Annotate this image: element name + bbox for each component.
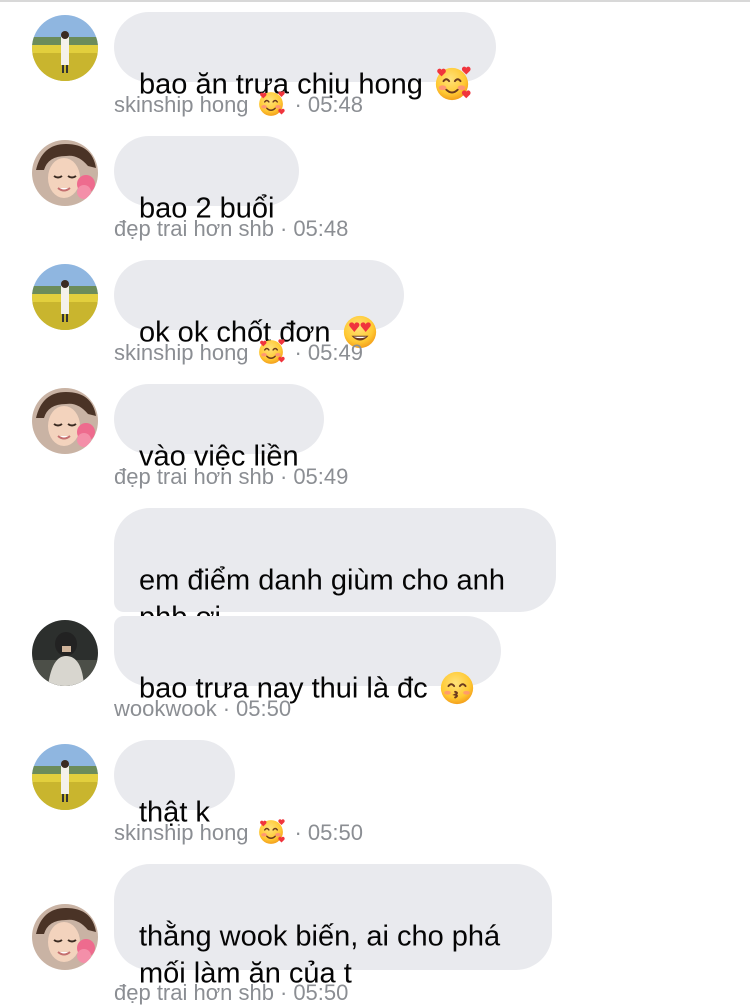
avatar-skinship-hong[interactable] <box>32 744 98 810</box>
sender-name: skinship hong <box>114 92 249 117</box>
sender-name: đẹp trai hơn shb <box>114 464 274 489</box>
avatar-photo <box>32 620 98 686</box>
avatar-photo <box>32 744 98 810</box>
message-meta: đẹp trai hơn shb · 05:49 <box>114 464 348 490</box>
message-meta: đẹp trai hơn shb · 05:50 <box>114 980 348 1006</box>
sender-name: đẹp trai hơn shb <box>114 980 274 1005</box>
message-bubble[interactable]: vào việc liền <box>114 384 324 472</box>
meta-separator: · <box>279 216 288 241</box>
message-time: 05:48 <box>293 216 349 241</box>
meta-separator: · <box>222 696 231 721</box>
avatar-photo <box>32 140 98 206</box>
message-bubble[interactable]: bao ăn trưa chịu hong <box>114 12 496 82</box>
sender-name: wookwook <box>114 696 217 721</box>
message-meta: skinship hong · 05:49 <box>114 340 363 366</box>
message-bubble[interactable]: bao trưa nay thui là đc <box>114 616 501 686</box>
message-meta: wookwook · 05:50 <box>114 696 291 722</box>
message-bubble[interactable]: bao 2 buổi <box>114 136 300 224</box>
meta-separator: · <box>294 820 302 845</box>
avatar-dep-trai-hon-shb[interactable] <box>32 904 98 970</box>
avatar-photo <box>32 388 98 454</box>
avatar-skinship-hong[interactable] <box>32 15 98 81</box>
sender-name: skinship hong <box>114 340 249 365</box>
message-meta: skinship hong · 05:48 <box>114 92 363 118</box>
meta-separator: · <box>294 92 302 117</box>
smiling-face-with-hearts-icon <box>257 818 285 846</box>
message-time: 05:50 <box>293 980 349 1005</box>
message-meta: skinship hong · 05:50 <box>114 820 363 846</box>
message-time: 05:50 <box>236 696 292 721</box>
message-time: 05:50 <box>307 820 363 845</box>
avatar-photo <box>32 264 98 330</box>
message-meta: đẹp trai hơn shb · 05:48 <box>114 216 348 242</box>
sender-name: đẹp trai hơn shb <box>114 216 274 241</box>
meta-separator: · <box>279 980 288 1005</box>
meta-separator: · <box>294 340 302 365</box>
smiling-face-with-hearts-icon <box>433 65 471 103</box>
top-divider <box>0 0 750 2</box>
message-bubble[interactable]: thằng wook biến, ai cho phá mối làm ăn c… <box>114 864 552 990</box>
avatar-wookwook[interactable] <box>32 620 98 686</box>
meta-separator: · <box>279 464 288 489</box>
message-bubble[interactable]: em điểm danh giùm cho anh phb ơi <box>114 508 556 634</box>
smiling-face-with-hearts-icon <box>257 338 285 366</box>
message-bubble[interactable]: thật k <box>114 740 235 828</box>
sender-name: skinship hong <box>114 820 249 845</box>
avatar-dep-trai-hon-shb[interactable] <box>32 140 98 206</box>
message-time: 05:49 <box>293 464 349 489</box>
smiling-face-with-hearts-icon <box>257 90 285 118</box>
kissing-face-icon <box>438 669 476 707</box>
message-time: 05:48 <box>307 92 363 117</box>
message-time: 05:49 <box>307 340 363 365</box>
avatar-photo <box>32 904 98 970</box>
message-bubble[interactable]: ok ok chốt đơn <box>114 260 404 330</box>
avatar-photo <box>32 15 98 81</box>
avatar-dep-trai-hon-shb[interactable] <box>32 388 98 454</box>
avatar-skinship-hong[interactable] <box>32 264 98 330</box>
